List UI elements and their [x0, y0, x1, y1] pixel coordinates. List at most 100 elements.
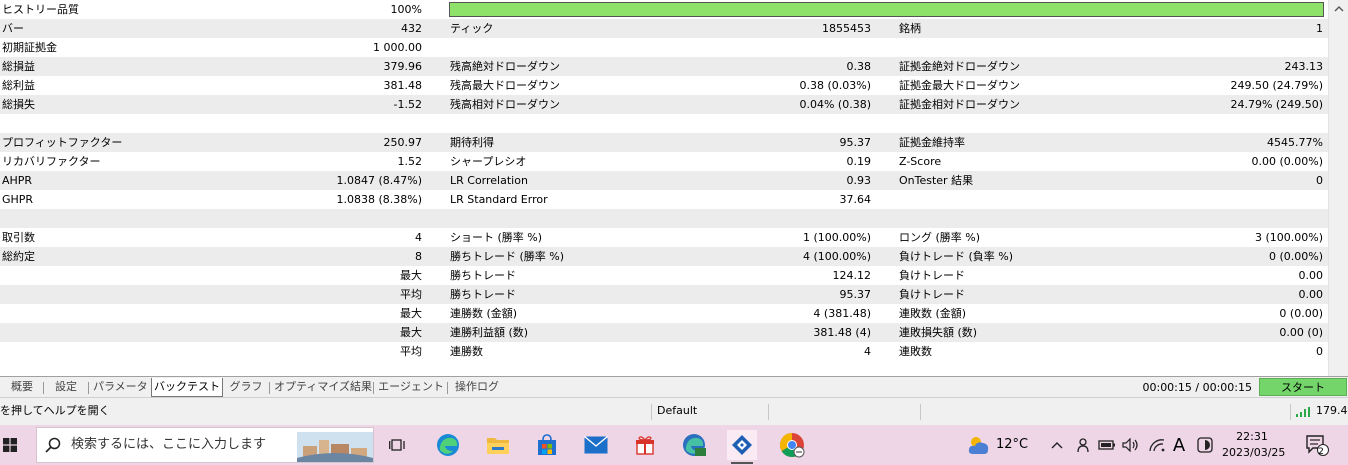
report-label-col1 [2, 342, 202, 361]
edge-icon[interactable] [433, 430, 463, 460]
microsoft-store-icon[interactable] [532, 430, 562, 460]
report-label-col1: ヒストリー品質 [2, 3, 79, 16]
ping-value: 179.4 [1316, 404, 1348, 417]
tab-journal[interactable]: 操作ログ [452, 378, 502, 397]
report-value-col1: 最大 [400, 326, 422, 339]
task-view-icon[interactable] [383, 430, 413, 460]
status-separator [651, 404, 652, 420]
meet-now-icon[interactable] [1072, 430, 1094, 460]
tab-graph[interactable]: グラフ [227, 378, 265, 397]
tab-parameters[interactable]: パラメータ [93, 378, 148, 397]
report-value-col1: 1.0838 (8.38%) [336, 193, 422, 206]
report-value-col1: 8 [415, 250, 422, 263]
gift-app-icon[interactable] [630, 430, 660, 460]
scroll-up-arrow-icon[interactable] [1334, 4, 1344, 14]
tab-backtest[interactable]: バックテスト [151, 378, 223, 397]
report-value-col1: 381.48 [383, 79, 423, 92]
report-value-col3: 0 (0.00%) [1268, 250, 1323, 263]
report-row: 総損失 -1.52 残高相対ドローダウン 0.04% (0.38) 証拠金相対ドローダウ… [0, 95, 1328, 114]
report-label-col1: 総約定 [2, 250, 35, 263]
report-label-col1: 総利益 [2, 79, 35, 92]
report-row: 総損益 379.96 残高絶対ドローダウン 0.38 証拠金絶対ドローダウン 243.13 [0, 57, 1328, 76]
report-value-col2: 124.12 [832, 269, 872, 282]
clock-date: 2023/03/25 [1222, 446, 1286, 459]
report-label-col1: リカバリファクター [2, 155, 101, 168]
status-separator [768, 404, 769, 420]
edge-dev-icon[interactable] [679, 430, 709, 460]
windows-taskbar: 検索するには、ここに入力します 12°C A 22:31 2023/03/25 … [0, 425, 1348, 465]
wifi-icon[interactable] [1146, 430, 1168, 460]
tab-separator [43, 382, 44, 394]
report-value-col2: 37.64 [839, 193, 872, 206]
report-row [0, 209, 1328, 228]
vertical-scrollbar[interactable] [1328, 0, 1348, 376]
system-clock[interactable]: 22:31 2023/03/25 [1222, 429, 1286, 461]
weather-icon[interactable] [964, 430, 994, 460]
volume-icon[interactable] [1120, 430, 1142, 460]
report-value-col3: 3 (100.00%) [1254, 231, 1323, 244]
report-value-col3: 0 (0.00) [1279, 307, 1323, 320]
report-row: 取引数 4 ショート (勝率 %) 1 (100.00%) ロング (勝率 %) 3 (1… [0, 228, 1328, 247]
clock-time: 22:31 [1236, 430, 1268, 443]
report-value-col2: 0.38 [846, 60, 872, 73]
status-separator [1290, 404, 1291, 420]
ime-mode-indicator[interactable]: A [1168, 430, 1190, 460]
history-quality-bar [449, 2, 1324, 17]
report-value-col1: 250.97 [383, 136, 423, 149]
report-row: 総利益 381.48 残高最大ドローダウン 0.38 (0.03%) 証拠金最大ドローダ… [0, 76, 1328, 95]
report-value-col3 [1080, 114, 1323, 133]
search-icon [45, 437, 61, 453]
tab-agents[interactable]: エージェント [378, 378, 444, 397]
status-help-text: を押してヘルプを開く [0, 404, 110, 417]
chrome-icon[interactable] [777, 430, 807, 460]
report-value-col1: 最大 [400, 269, 422, 282]
report-value-col1: 平均 [400, 288, 422, 301]
report-label-col1: 初期証拠金 [2, 41, 57, 54]
report-value-col3 [1080, 209, 1323, 228]
metaeditor-icon[interactable] [727, 430, 757, 460]
report-value-col3: 249.50 (24.79%) [1230, 79, 1323, 92]
tab-separator [373, 382, 374, 394]
tab-optimization-results[interactable]: オプティマイズ結果 [274, 378, 372, 397]
report-value-col1: -1.52 [393, 98, 422, 111]
report-value-col3: 0.00 (0) [1279, 326, 1323, 339]
search-highlight-image-icon [297, 432, 373, 462]
report-value-col2: 0.38 (0.03%) [799, 79, 871, 92]
report-value-col2 [640, 209, 871, 228]
report-row: 平均 勝ちトレード 95.37 負けトレード 0.00 [0, 285, 1328, 304]
report-label-col1 [2, 323, 202, 342]
report-value-col1: 379.96 [383, 60, 423, 73]
report-value-col1: 最大 [400, 307, 422, 320]
tab-separator [447, 382, 448, 394]
start-button[interactable]: スタート [1259, 378, 1347, 396]
weather-temperature: 12°C [996, 437, 1029, 452]
ime-options-icon[interactable] [1194, 430, 1216, 460]
report-label-col1: 取引数 [2, 231, 35, 244]
taskbar-search-box[interactable]: 検索するには、ここに入力します [36, 427, 374, 463]
report-value-col2: 381.48 (4) [813, 326, 871, 339]
windows-start-icon[interactable] [0, 430, 20, 460]
notification-center-icon[interactable]: 2 [1302, 430, 1332, 460]
battery-icon[interactable] [1096, 430, 1118, 460]
notification-count-badge: 2 [1318, 447, 1324, 457]
tab-overview[interactable]: 概要 [4, 378, 40, 397]
report-value-col3: 1 [1316, 22, 1323, 35]
show-hidden-icons-chevron-up-icon[interactable] [1046, 430, 1068, 460]
tab-settings[interactable]: 設定 [48, 378, 84, 397]
connection-signal-icon [1296, 407, 1310, 417]
report-row [0, 114, 1328, 133]
tester-tab-bar: 概要 設定 パラメータ バックテスト グラフ オプティマイズ結果 エージェント … [0, 376, 1348, 397]
report-value-col1 [200, 209, 422, 228]
report-value-col3: 0.00 [1298, 269, 1324, 282]
report-row: 最大 勝ちトレード 124.12 負けトレード 0.00 [0, 266, 1328, 285]
report-label-col1: 総損益 [2, 60, 35, 73]
report-value-col2: 0.19 [846, 155, 872, 168]
report-row: 最大 連勝数 (金額) 4 (381.48) 連敗数 (金額) 0 (0.00) [0, 304, 1328, 323]
report-value-col2: 95.37 [839, 288, 872, 301]
file-explorer-icon[interactable] [483, 430, 513, 460]
report-row: AHPR 1.0847 (8.47%) LR Correlation 0.93 OnTe… [0, 171, 1328, 190]
report-value-col1: 平均 [400, 345, 422, 358]
mail-icon[interactable] [581, 430, 611, 460]
report-value-col1: 4 [415, 231, 422, 244]
report-value-col3: 24.79% (249.50) [1230, 98, 1323, 111]
